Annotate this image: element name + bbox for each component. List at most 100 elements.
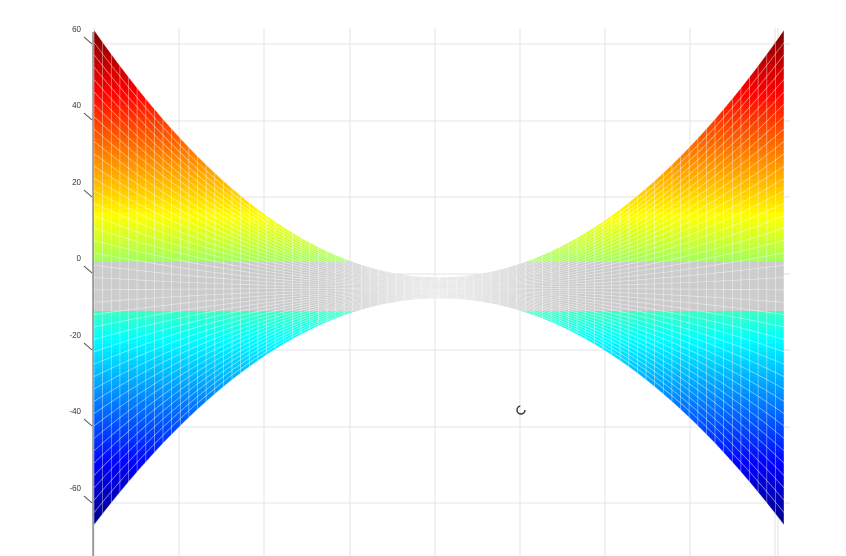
surface-color-band bbox=[94, 512, 784, 518]
surface-color-band bbox=[94, 335, 784, 340]
surface-color-band bbox=[94, 87, 784, 93]
busy-cursor-ring bbox=[516, 405, 526, 415]
surface-color-band bbox=[94, 133, 784, 138]
surface-color-band bbox=[94, 166, 784, 171]
surface-color-band bbox=[94, 178, 784, 184]
surface-color-band bbox=[94, 207, 784, 213]
surface-color-band bbox=[94, 50, 784, 56]
z-tick-label: -20 bbox=[69, 331, 81, 340]
z-tick-label: -40 bbox=[69, 407, 81, 416]
surface-color-band bbox=[94, 314, 784, 320]
z-axis: 60 40 20 0 -20 -40 -60 bbox=[69, 25, 94, 556]
surface-color-band bbox=[94, 463, 784, 468]
surface-color-band bbox=[94, 75, 784, 81]
surface-color-band bbox=[94, 450, 784, 456]
surface-plot: 60 40 20 0 -20 -40 -60 bbox=[69, 25, 790, 556]
surface-color-band bbox=[94, 454, 784, 460]
surface-color-band bbox=[94, 38, 784, 43]
surface-color-band bbox=[94, 112, 784, 118]
z-tick-label: 40 bbox=[72, 101, 81, 110]
surface-color-band bbox=[94, 479, 784, 485]
surface-color-band bbox=[94, 149, 784, 155]
surface-color-band bbox=[94, 30, 784, 35]
z-tick bbox=[83, 36, 93, 45]
busy-cursor-icon bbox=[516, 405, 526, 415]
surface-color-band bbox=[94, 516, 784, 522]
surface-color-band bbox=[94, 153, 784, 159]
surface-color-band bbox=[94, 372, 784, 378]
surface-color-band bbox=[94, 46, 784, 52]
surface-color-band bbox=[94, 145, 784, 151]
surface-color-band bbox=[94, 265, 784, 270]
surface-color-band bbox=[94, 157, 784, 163]
surface-color-band bbox=[94, 100, 784, 105]
surface-color-band bbox=[94, 67, 784, 72]
z-tick-label: 0 bbox=[77, 254, 82, 263]
surface-color-band bbox=[94, 446, 784, 452]
surface-color-band bbox=[94, 162, 784, 167]
surface-color-band bbox=[94, 236, 784, 241]
z-tick bbox=[83, 112, 93, 121]
surface-color-band bbox=[94, 124, 784, 130]
surface-color-band bbox=[94, 96, 784, 101]
surface-color-band bbox=[94, 413, 784, 419]
surface-color-band bbox=[94, 487, 784, 493]
surface-color-band bbox=[94, 232, 784, 237]
surface-color-band bbox=[94, 174, 784, 180]
surface-color-band bbox=[94, 219, 784, 225]
surface-color-band bbox=[94, 421, 784, 427]
z-tick bbox=[83, 342, 93, 351]
surface-color-band bbox=[94, 228, 784, 233]
surface-color-band bbox=[94, 137, 784, 142]
surface-color-band bbox=[94, 360, 784, 365]
surface-color-band bbox=[94, 91, 784, 97]
z-tick bbox=[83, 265, 93, 274]
surface-color-band bbox=[94, 355, 784, 361]
z-tick-label: -60 bbox=[69, 484, 81, 493]
surface-color-band bbox=[94, 508, 784, 514]
surface-color-band bbox=[94, 244, 784, 250]
surface-color-band bbox=[94, 401, 784, 406]
surface-color-band bbox=[94, 483, 784, 489]
surface-color-band bbox=[94, 405, 784, 411]
surface-color-band bbox=[94, 430, 784, 435]
surface-color-band bbox=[94, 79, 784, 85]
surface-color-band bbox=[94, 302, 784, 307]
surface-color-band bbox=[94, 223, 784, 229]
z-tick bbox=[83, 495, 93, 504]
z-tick bbox=[83, 189, 93, 198]
surface-color-band bbox=[94, 256, 784, 262]
surface-color-band bbox=[94, 504, 784, 510]
surface-color-band bbox=[94, 104, 784, 109]
surface-color-band bbox=[94, 71, 784, 76]
surface-color-band bbox=[94, 186, 784, 192]
surface-color-band bbox=[94, 322, 784, 328]
z-tick-label: 60 bbox=[72, 25, 81, 34]
surface-color-band bbox=[94, 63, 784, 68]
surface-color-band bbox=[94, 496, 784, 501]
surface-color-band bbox=[94, 108, 784, 114]
surface-color-band bbox=[94, 417, 784, 423]
surface-color-band bbox=[94, 459, 784, 464]
surface-color-band bbox=[94, 306, 784, 312]
surface-color-band bbox=[94, 343, 784, 349]
surface-color-band bbox=[94, 438, 784, 444]
surface-color-band bbox=[94, 54, 784, 60]
surface-color-band bbox=[94, 331, 784, 336]
surface-color-band bbox=[94, 252, 784, 258]
surface-mesh bbox=[94, 30, 784, 525]
surface-color-band bbox=[94, 442, 784, 448]
surface-color-band bbox=[94, 475, 784, 481]
surface-color-band bbox=[94, 34, 784, 39]
surface-color-band bbox=[94, 467, 784, 472]
surface-color-band bbox=[94, 42, 784, 48]
surface-color-band bbox=[94, 83, 784, 89]
surface-color-band bbox=[94, 141, 784, 147]
surface-color-band bbox=[94, 393, 784, 398]
surface-color-band bbox=[94, 492, 784, 497]
z-tick bbox=[83, 418, 93, 427]
surface-color-band bbox=[94, 471, 784, 477]
z-tick-label: 20 bbox=[72, 178, 81, 187]
surface-color-band bbox=[94, 364, 784, 369]
surface-color-band bbox=[94, 215, 784, 221]
